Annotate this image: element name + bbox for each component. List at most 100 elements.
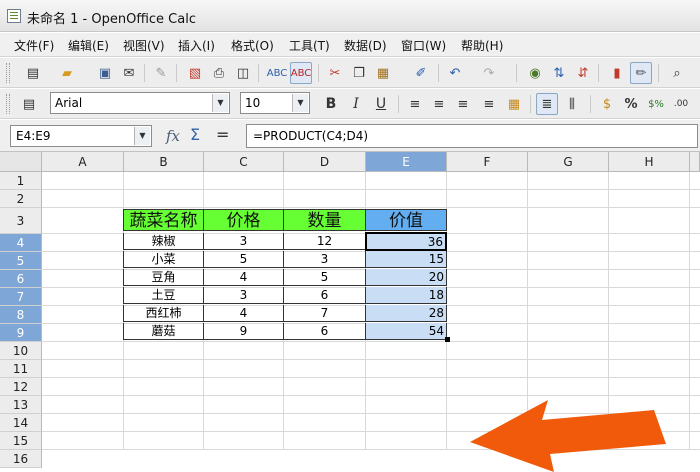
column-header-f[interactable]: F xyxy=(447,152,528,172)
table-header-price[interactable]: 价格 xyxy=(204,209,284,231)
table-cell-name[interactable]: 辣椒 xyxy=(123,233,204,250)
table-cell-price[interactable]: 3 xyxy=(204,287,284,304)
table-cell-value[interactable]: 18 xyxy=(366,287,447,304)
table-cell-price[interactable]: 5 xyxy=(204,251,284,268)
table-cell-name[interactable]: 豆角 xyxy=(123,269,204,286)
row-header-4[interactable]: 4 xyxy=(0,234,42,252)
bold-icon[interactable]: B xyxy=(320,93,342,115)
table-cell-qty[interactable]: 12 xyxy=(284,233,366,250)
find-icon[interactable]: ⌕ xyxy=(666,62,688,84)
column-header-h[interactable]: H xyxy=(609,152,690,172)
name-box[interactable]: E4:E9 ▼ xyxy=(10,125,152,147)
navigator-icon[interactable]: ◉ xyxy=(524,62,546,84)
align-left-icon[interactable]: ≡ xyxy=(404,93,426,115)
align-right-icon[interactable]: ≡ xyxy=(452,93,474,115)
toolbar-grip[interactable] xyxy=(6,94,10,114)
menu-edit[interactable]: 编辑(E) xyxy=(68,37,109,54)
percent-icon[interactable]: % xyxy=(620,93,642,115)
font-size-box[interactable]: 10 ▼ xyxy=(240,92,310,114)
align-vertical-icon[interactable]: ⫼ xyxy=(561,93,583,115)
autospellcheck-icon[interactable]: ABC xyxy=(290,62,312,84)
function-wizard-icon[interactable]: fx xyxy=(166,127,180,145)
table-cell-price[interactable]: 3 xyxy=(204,233,284,250)
paste-icon[interactable]: ▦ xyxy=(372,62,394,84)
row-header-2[interactable]: 2 xyxy=(0,190,42,208)
table-cell-qty[interactable]: 6 xyxy=(284,287,366,304)
table-cell-name[interactable]: 蘑菇 xyxy=(123,323,204,340)
column-header-e[interactable]: E xyxy=(366,152,447,172)
new-document-icon[interactable]: ▤ xyxy=(22,62,44,84)
table-cell-value[interactable]: 15 xyxy=(366,251,447,268)
chevron-down-icon[interactable]: ▼ xyxy=(134,127,150,145)
table-header-name[interactable]: 蔬菜名称 xyxy=(123,209,204,231)
chevron-down-icon[interactable]: ▼ xyxy=(292,94,308,112)
menu-data[interactable]: 数据(D) xyxy=(344,37,387,54)
email-icon[interactable]: ✉ xyxy=(118,62,140,84)
standard-format-icon[interactable]: $% xyxy=(645,93,667,115)
edit-file-icon[interactable]: ✎ xyxy=(150,62,172,84)
function-icon[interactable]: = xyxy=(216,125,229,144)
sort-ascending-icon[interactable]: ⇅ xyxy=(548,62,570,84)
justify-icon[interactable]: ≡ xyxy=(478,93,500,115)
table-cell-price[interactable]: 4 xyxy=(204,269,284,286)
table-cell-name[interactable]: 西红柿 xyxy=(123,305,204,322)
chart-icon[interactable]: ▮ xyxy=(606,62,628,84)
table-cell-value[interactable]: 28 xyxy=(366,305,447,322)
menu-tools[interactable]: 工具(T) xyxy=(289,37,330,54)
table-header-value[interactable]: 价值 xyxy=(366,209,447,231)
export-pdf-icon[interactable]: ▧ xyxy=(184,62,206,84)
clone-formatting-icon[interactable]: ✐ xyxy=(410,62,432,84)
menu-view[interactable]: 视图(V) xyxy=(123,37,165,54)
column-header-a[interactable]: A xyxy=(42,152,124,172)
currency-icon[interactable]: $ xyxy=(596,93,618,115)
table-cell-value[interactable]: 20 xyxy=(366,269,447,286)
table-header-qty[interactable]: 数量 xyxy=(284,209,366,231)
toolbar-grip[interactable] xyxy=(6,63,10,83)
row-header-14[interactable]: 14 xyxy=(0,414,42,432)
spellcheck-icon[interactable]: ABC xyxy=(266,62,288,84)
menu-format[interactable]: 格式(O) xyxy=(231,37,274,54)
copy-icon[interactable]: ❐ xyxy=(348,62,370,84)
open-folder-icon[interactable]: ▰ xyxy=(56,62,78,84)
sort-descending-icon[interactable]: ⇵ xyxy=(572,62,594,84)
table-cell-price[interactable]: 9 xyxy=(204,323,284,340)
page-preview-icon[interactable]: ◫ xyxy=(232,62,254,84)
table-cell-qty[interactable]: 7 xyxy=(284,305,366,322)
undo-icon[interactable]: ↶ xyxy=(444,62,466,84)
spreadsheet-grid[interactable]: A B C D E F G H 1 2 3 4 5 6 7 8 9 10 11 … xyxy=(0,152,700,472)
table-cell-qty[interactable]: 6 xyxy=(284,323,366,340)
draw-functions-icon[interactable]: ✏ xyxy=(630,62,652,84)
merge-cells-icon[interactable]: ▦ xyxy=(503,93,525,115)
menu-help[interactable]: 帮助(H) xyxy=(461,37,503,54)
row-header-8[interactable]: 8 xyxy=(0,306,42,324)
table-cell-name[interactable]: 小菜 xyxy=(123,251,204,268)
menu-window[interactable]: 窗口(W) xyxy=(401,37,446,54)
column-header-b[interactable]: B xyxy=(124,152,204,172)
formula-input[interactable]: =PRODUCT(C4;D4) xyxy=(246,124,698,148)
chevron-down-icon[interactable]: ▼ xyxy=(212,94,228,112)
italic-icon[interactable]: I xyxy=(345,93,367,115)
row-header-7[interactable]: 7 xyxy=(0,288,42,306)
sum-icon[interactable]: Σ xyxy=(190,125,200,144)
menu-insert[interactable]: 插入(I) xyxy=(178,37,215,54)
column-header-partial[interactable] xyxy=(690,152,700,172)
row-header-16[interactable]: 16 xyxy=(0,450,42,468)
row-header-12[interactable]: 12 xyxy=(0,378,42,396)
fill-handle[interactable] xyxy=(445,337,450,342)
active-cell-e4[interactable]: 36 xyxy=(365,232,447,251)
row-header-10[interactable]: 10 xyxy=(0,342,42,360)
align-center-icon[interactable]: ≡ xyxy=(428,93,450,115)
column-header-g[interactable]: G xyxy=(528,152,609,172)
save-icon[interactable]: ▣ xyxy=(94,62,116,84)
column-header-d[interactable]: D xyxy=(284,152,366,172)
table-cell-price[interactable]: 4 xyxy=(204,305,284,322)
select-all-corner[interactable] xyxy=(0,152,42,172)
row-header-13[interactable]: 13 xyxy=(0,396,42,414)
row-header-9[interactable]: 9 xyxy=(0,324,42,342)
row-header-1[interactable]: 1 xyxy=(0,172,42,190)
row-header-15[interactable]: 15 xyxy=(0,432,42,450)
row-header-6[interactable]: 6 xyxy=(0,270,42,288)
column-header-c[interactable]: C xyxy=(204,152,284,172)
print-icon[interactable]: ⎙ xyxy=(208,62,230,84)
table-cell-value[interactable]: 54 xyxy=(366,323,447,340)
